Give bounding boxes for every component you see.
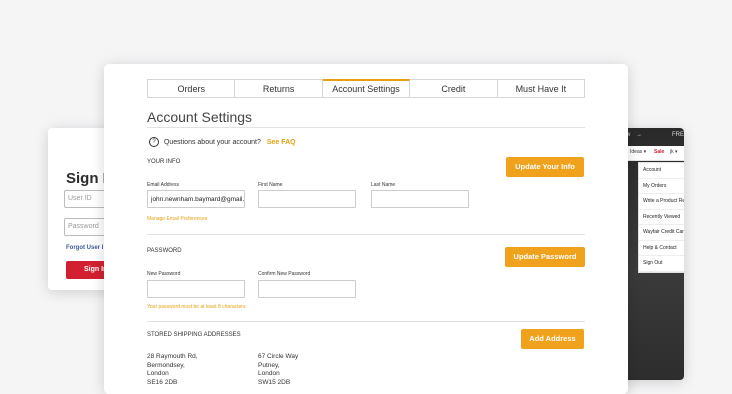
account-tabs: Orders Returns Account Settings Credit Must … xyxy=(147,79,586,98)
shipping-address-2: 67 Circle Way Putney, London SW15 2DB xyxy=(258,353,299,386)
tab-account-settings[interactable]: Account Settings xyxy=(322,79,411,98)
divider xyxy=(147,234,585,235)
divider xyxy=(147,127,585,128)
confirm-password-label: Confirm New Password xyxy=(258,271,311,277)
nav-ideas[interactable]: Ideas ▾ xyxy=(630,149,646,155)
account-menu-item-my-orders[interactable]: My Orders xyxy=(639,179,684,194)
account-menu-item-recently-viewed[interactable]: Recently Viewed xyxy=(639,210,684,225)
page-title: Account Settings xyxy=(147,109,253,125)
account-menu-item-help-contact[interactable]: Help & Contact xyxy=(639,241,684,256)
tab-must-have-it[interactable]: Must Have It xyxy=(497,79,586,98)
shipping-address-1: 28 Raymouth Rd, Bermondsey, London SE16 … xyxy=(147,353,198,386)
account-menu-item-account[interactable]: Account xyxy=(639,163,684,179)
nav-user-menu[interactable]: jk ▾ xyxy=(670,149,678,155)
tab-returns[interactable]: Returns xyxy=(235,79,323,98)
shipping-heading: STORED SHIPPING ADDRESSES xyxy=(147,332,241,338)
new-password-label: New Password xyxy=(147,271,181,277)
account-menu-item-wayfair-credit-card[interactable]: Wayfair Credit Card xyxy=(639,225,684,241)
last-name-field[interactable] xyxy=(371,190,469,208)
account-menu-item-write-a-product-review[interactable]: Write a Product Review xyxy=(639,194,684,210)
question-icon: ? xyxy=(149,137,159,147)
faq-question: Questions about your account? xyxy=(163,138,261,146)
tab-credit[interactable]: Credit xyxy=(410,79,498,98)
update-password-button[interactable]: Update Password xyxy=(505,247,585,267)
first-name-label: First Name xyxy=(258,182,283,188)
nav-sale[interactable]: Sale xyxy=(654,149,664,155)
account-settings-card: Orders Returns Account Settings Credit Must … xyxy=(104,64,628,394)
tab-orders[interactable]: Orders xyxy=(147,79,236,98)
divider xyxy=(147,321,585,322)
topbar-right-text: FRE xyxy=(672,132,684,138)
arrow-right-icon: → xyxy=(636,132,642,138)
password-heading: PASSWORD xyxy=(147,248,182,254)
faq-row: ? Questions about your account? See FAQ xyxy=(149,137,296,147)
confirm-password-field[interactable] xyxy=(258,280,356,298)
manage-email-link[interactable]: Manage Email Preferences xyxy=(147,216,207,222)
email-label: Email Address xyxy=(147,182,179,188)
update-info-button[interactable]: Update Your Info xyxy=(506,157,584,177)
add-address-button[interactable]: Add Address xyxy=(521,329,584,349)
account-menu: AccountMy OrdersWrite a Product ReviewRe… xyxy=(638,162,684,273)
new-password-field[interactable] xyxy=(147,280,245,298)
first-name-field[interactable] xyxy=(258,190,356,208)
faq-link[interactable]: See FAQ xyxy=(267,139,296,146)
password-hint: Your password must be at least 8 charact… xyxy=(147,304,246,310)
email-field[interactable]: john.newnham.baymard@gmail.com xyxy=(147,190,245,208)
forgot-user-id-link[interactable]: Forgot User I xyxy=(66,245,103,251)
your-info-heading: YOUR INFO xyxy=(147,159,181,165)
last-name-label: Last Name xyxy=(371,182,396,188)
account-menu-item-sign-out[interactable]: Sign Out xyxy=(639,256,684,272)
